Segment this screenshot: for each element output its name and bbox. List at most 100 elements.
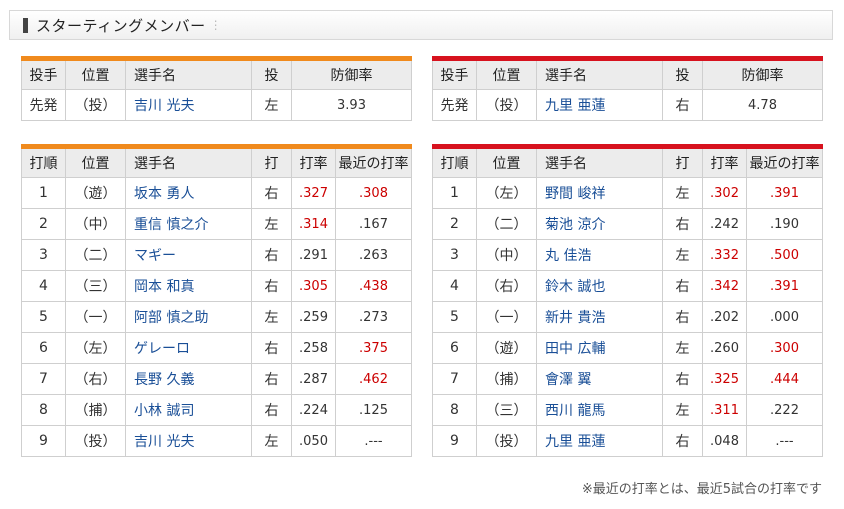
batter-avg: .311 <box>702 394 747 426</box>
batter-name-link[interactable]: 丸 佳浩 <box>545 248 591 264</box>
batter-order: 3 <box>21 239 66 271</box>
pitcher-position: （投） <box>476 89 537 121</box>
batter-name-link[interactable]: 九里 亜蓮 <box>545 434 605 450</box>
batter-avg: .287 <box>291 363 336 395</box>
batter-avg: .305 <box>291 270 336 302</box>
batter-position: （二） <box>65 239 126 271</box>
batter-name-link[interactable]: マギー <box>134 248 176 264</box>
batter-name-cell: 西川 龍馬 <box>536 394 663 426</box>
col-position: 位置 <box>476 146 537 178</box>
batter-row: 8 （三） 西川 龍馬 左 .311.222 <box>432 394 823 426</box>
batter-row: 9 （投） 九里 亜蓮 右 .048 .--- <box>432 425 823 457</box>
col-recent: 最近の打率 <box>335 146 412 178</box>
batter-name-cell: 小林 誠司 <box>125 394 252 426</box>
pitcher-throws: 右 <box>662 89 703 121</box>
col-throws: 投 <box>251 58 292 90</box>
col-name: 選手名 <box>536 58 663 90</box>
batter-bats: 左 <box>662 394 703 426</box>
footnote: ※最近の打率とは、最近5試合の打率です <box>581 482 822 497</box>
col-position: 位置 <box>65 58 126 90</box>
batter-bats: 左 <box>662 332 703 364</box>
col-role: 投手 <box>21 58 66 90</box>
pitcher-name-link[interactable]: 吉川 光夫 <box>134 98 194 114</box>
batter-name-link[interactable]: 重信 慎之介 <box>134 217 208 233</box>
batter-name-link[interactable]: 田中 広輔 <box>545 341 605 357</box>
batter-recent: .222 <box>746 394 823 426</box>
batter-name-link[interactable]: 阿部 慎之助 <box>134 310 208 326</box>
header-bar-icon <box>23 17 28 33</box>
batter-name-link[interactable]: 菊池 涼介 <box>545 217 605 233</box>
batter-name-link[interactable]: 坂本 勇人 <box>134 186 194 202</box>
batter-avg: .260 <box>702 332 747 364</box>
pitcher-era: 4.78 <box>702 89 823 121</box>
batter-name-cell: 重信 慎之介 <box>125 208 252 240</box>
batter-name-cell: 長野 久義 <box>125 363 252 395</box>
batter-position: （投） <box>476 425 537 457</box>
batter-avg: .242 <box>702 208 747 240</box>
batter-row: 7 （捕） 會澤 翼 右 .325.444 <box>432 363 823 395</box>
col-order: 打順 <box>432 146 477 178</box>
batter-row: 8 （捕） 小林 誠司 右 .224.125 <box>21 394 412 426</box>
batter-name-link[interactable]: 長野 久義 <box>134 372 194 388</box>
batter-avg: .258 <box>291 332 336 364</box>
batter-recent: .308 <box>335 177 412 209</box>
batter-order: 5 <box>432 301 477 333</box>
batter-bats: 右 <box>662 301 703 333</box>
batter-bats: 右 <box>251 177 292 209</box>
batter-avg: .224 <box>291 394 336 426</box>
batter-name-link[interactable]: ゲレーロ <box>134 341 190 357</box>
section-header: スターティングメンバー ⋮ <box>9 10 833 40</box>
batter-recent: .273 <box>335 301 412 333</box>
batter-recent: .--- <box>335 425 412 457</box>
batter-order: 4 <box>21 270 66 302</box>
batter-name-cell: 鈴木 誠也 <box>536 270 663 302</box>
batter-position: （右） <box>476 270 537 302</box>
batter-position: （投） <box>65 425 126 457</box>
pitcher-name-link[interactable]: 九里 亜蓮 <box>545 98 605 114</box>
batter-bats: 右 <box>662 425 703 457</box>
batter-position: （右） <box>65 363 126 395</box>
batter-name-cell: 野間 峻祥 <box>536 177 663 209</box>
batter-name-link[interactable]: 西川 龍馬 <box>545 403 605 419</box>
pitcher-role: 先発 <box>21 89 66 121</box>
batter-recent: .125 <box>335 394 412 426</box>
batter-bats: 左 <box>251 425 292 457</box>
left-batting-order-table: 打順 位置 選手名 打 打率 最近の打率 1 （遊） 坂本 勇人右 .327.308 2… <box>21 144 412 457</box>
batter-name-link[interactable]: 岡本 和真 <box>134 279 194 295</box>
batter-name-link[interactable]: 會澤 翼 <box>545 372 591 388</box>
batter-row: 2 （二） 菊池 涼介 右 .242.190 <box>432 208 823 240</box>
col-avg: 打率 <box>702 146 747 178</box>
col-throws: 投 <box>662 58 703 90</box>
pitcher-name-cell: 九里 亜蓮 <box>536 89 663 121</box>
batter-name-cell: 阿部 慎之助 <box>125 301 252 333</box>
batter-name-link[interactable]: 野間 峻祥 <box>545 186 605 202</box>
batter-name-link[interactable]: 新井 貴浩 <box>545 310 605 326</box>
batter-row: 1 （左） 野間 峻祥 左 .302.391 <box>432 177 823 209</box>
col-position: 位置 <box>65 146 126 178</box>
col-name: 選手名 <box>125 58 252 90</box>
pitcher-name-cell: 吉川 光夫 <box>125 89 252 121</box>
batter-row: 7 （右） 長野 久義 右 .287.462 <box>21 363 412 395</box>
batter-bats: 右 <box>251 239 292 271</box>
col-avg: 打率 <box>291 146 336 178</box>
batter-avg: .202 <box>702 301 747 333</box>
batter-name-link[interactable]: 小林 誠司 <box>134 403 194 419</box>
batter-row: 9 （投） 吉川 光夫 左 .050 .--- <box>21 425 412 457</box>
batter-name-cell: 吉川 光夫 <box>125 425 252 457</box>
batter-position: （二） <box>476 208 537 240</box>
batter-recent: .--- <box>746 425 823 457</box>
batter-recent: .444 <box>746 363 823 395</box>
batter-name-cell: 丸 佳浩 <box>536 239 663 271</box>
batter-header-row: 打順 位置 選手名 打 打率 最近の打率 <box>432 146 823 178</box>
batter-row: 6 （左） ゲレーロ 右 .258.375 <box>21 332 412 364</box>
batter-name-cell: 田中 広輔 <box>536 332 663 364</box>
batter-bats: 右 <box>251 363 292 395</box>
batter-order: 8 <box>432 394 477 426</box>
batter-bats: 左 <box>251 301 292 333</box>
batter-avg: .314 <box>291 208 336 240</box>
batter-name-link[interactable]: 鈴木 誠也 <box>545 279 605 295</box>
batter-position: （中） <box>476 239 537 271</box>
batter-name-link[interactable]: 吉川 光夫 <box>134 434 194 450</box>
batter-recent: .462 <box>335 363 412 395</box>
batter-name-cell: 坂本 勇人 <box>125 177 252 209</box>
